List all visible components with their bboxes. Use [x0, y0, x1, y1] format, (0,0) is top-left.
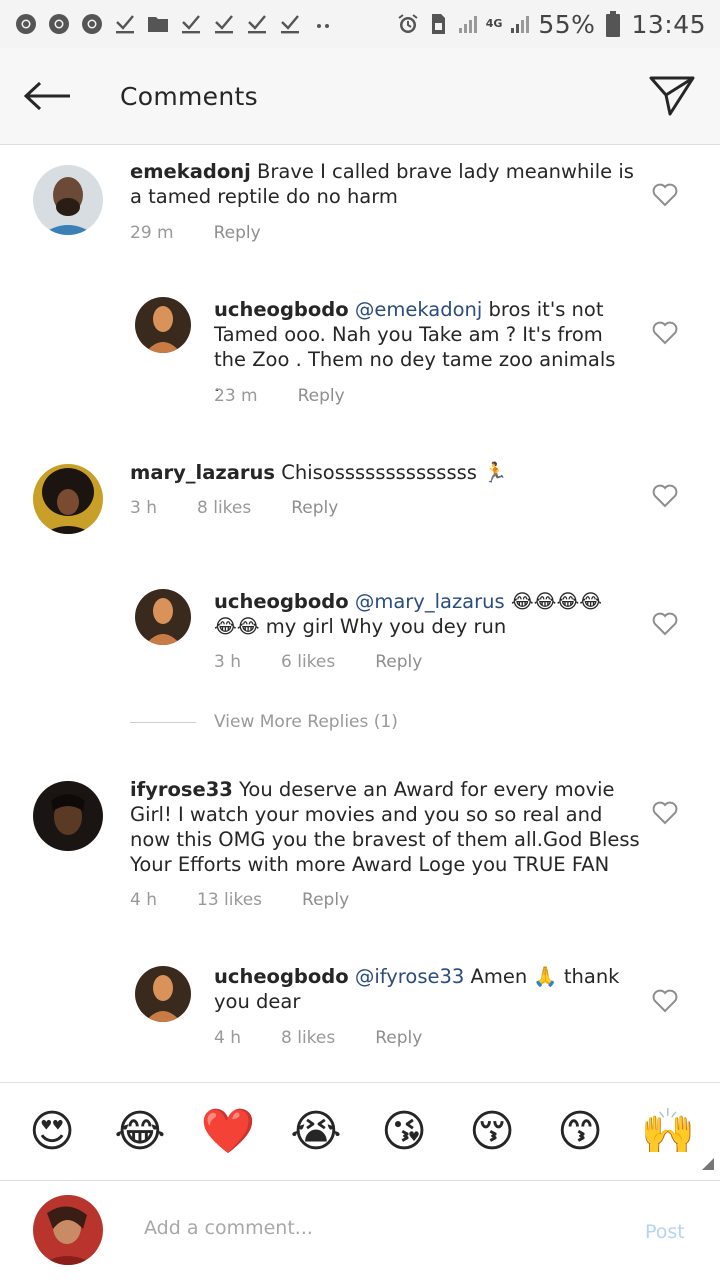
comment-text: emekadonj Brave I called brave lady mean… [130, 160, 634, 208]
alarm-icon [396, 12, 420, 36]
notification-icons [14, 12, 335, 36]
back-button[interactable] [0, 48, 96, 145]
comment-text: ifyrose33 You deserve an Award for every… [130, 778, 640, 876]
username[interactable]: mary_lazarus [130, 461, 275, 484]
chrome-icon [80, 12, 104, 36]
avatar[interactable] [33, 781, 103, 851]
likes-count[interactable]: 13 likes [197, 890, 262, 910]
view-more-replies[interactable]: View More Replies (1) [130, 712, 398, 732]
reply-button[interactable]: Reply [298, 386, 345, 406]
emoji-button[interactable]: 😂 [110, 1106, 170, 1157]
reply-button[interactable]: Reply [302, 890, 349, 910]
comment-time: 29 m [130, 223, 174, 243]
post-button[interactable]: Post [645, 1221, 685, 1243]
download-done-icon [278, 12, 302, 36]
signal-icon [508, 12, 532, 36]
emoji-button[interactable]: 😙 [550, 1106, 610, 1157]
comment-meta: 3 h 6 likes Reply [214, 652, 462, 672]
mention-link[interactable]: @mary_lazarus [355, 590, 505, 613]
username[interactable]: ucheogbodo [214, 965, 349, 988]
comment-meta: 29 m Reply [130, 223, 301, 243]
comment-time: 23 m [214, 386, 258, 406]
username[interactable]: ucheogbodo [214, 298, 349, 321]
app-header: Comments [0, 48, 720, 145]
comment-time: 3 h [214, 652, 241, 672]
network-type: 4G [485, 17, 503, 30]
heart-icon[interactable] [652, 321, 678, 345]
comment-text: mary_lazarus Chisossssssssssssss 🏃 [130, 461, 508, 484]
folder-icon [146, 12, 170, 36]
send-icon [649, 76, 695, 116]
chrome-icon [47, 12, 71, 36]
heart-icon[interactable] [652, 989, 678, 1013]
comment-time: 4 h [214, 1028, 241, 1048]
signal-icon [456, 12, 480, 36]
username[interactable]: ucheogbodo [214, 590, 349, 613]
status-bar: 4G 55% 13:45 [0, 0, 720, 48]
avatar[interactable] [135, 589, 191, 645]
comment-text: ucheogbodo @mary_lazarus 😂😂😂😂😂😂 my girl … [214, 590, 603, 638]
comment-text: ucheogbodo @emekadonj bros it's not Tame… [214, 298, 616, 396]
comment-composer: Post [0, 1180, 720, 1280]
system-icons: 4G 55% 13:45 [396, 10, 706, 39]
battery-percentage: 55% [538, 9, 596, 39]
download-done-icon [179, 12, 203, 36]
heart-icon[interactable] [652, 612, 678, 636]
comment-text: ucheogbodo @ifyrose33 Amen 🙏 thank you d… [214, 965, 620, 1013]
download-done-icon [113, 12, 137, 36]
comment-meta: 3 h 8 likes Reply [130, 498, 378, 518]
current-user-avatar [33, 1195, 103, 1265]
likes-count[interactable]: 8 likes [197, 498, 251, 518]
page-title: Comments [120, 81, 258, 111]
chrome-icon [14, 12, 38, 36]
download-done-icon [245, 12, 269, 36]
avatar[interactable] [33, 464, 103, 534]
download-done-icon [212, 12, 236, 36]
heart-icon[interactable] [652, 801, 678, 825]
mention-link[interactable]: @ifyrose33 [355, 965, 464, 988]
clock: 13:45 [631, 9, 706, 39]
comment-input[interactable] [144, 1217, 604, 1239]
emoji-button[interactable]: ❤️ [198, 1106, 258, 1157]
username[interactable]: emekadonj [130, 160, 251, 183]
comment-meta: 23 m Reply [214, 386, 385, 406]
comment-meta: 4 h 8 likes Reply [214, 1028, 462, 1048]
avatar[interactable] [33, 165, 103, 235]
emoji-button[interactable]: 😍 [22, 1106, 82, 1157]
username[interactable]: ifyrose33 [130, 778, 233, 801]
avatar[interactable] [135, 297, 191, 353]
heart-icon[interactable] [652, 484, 678, 508]
share-button[interactable] [624, 48, 720, 145]
sim-card-icon [426, 12, 450, 36]
reply-button[interactable]: Reply [375, 652, 422, 672]
likes-count[interactable]: 8 likes [281, 1028, 335, 1048]
reply-button[interactable]: Reply [291, 498, 338, 518]
reply-button[interactable]: Reply [375, 1028, 422, 1048]
emoji-button[interactable]: 🙌 [638, 1106, 698, 1157]
battery-icon [601, 11, 625, 37]
mention-link[interactable]: @emekadonj [355, 298, 482, 321]
comment-time: 4 h [130, 890, 157, 910]
emoji-button[interactable]: 😚 [462, 1106, 522, 1157]
view-more-label[interactable]: View More Replies (1) [214, 712, 398, 732]
arrow-left-icon [23, 81, 70, 111]
avatar[interactable] [135, 966, 191, 1022]
emoji-button[interactable]: 😭 [286, 1106, 346, 1157]
emoji-button[interactable]: 😘 [374, 1106, 434, 1157]
comment-meta: 4 h 13 likes Reply [130, 890, 389, 910]
reply-button[interactable]: Reply [214, 223, 261, 243]
divider [130, 721, 196, 723]
resize-corner-icon [702, 1158, 714, 1170]
likes-count[interactable]: 6 likes [281, 652, 335, 672]
more-dots-icon [311, 12, 335, 36]
emoji-quick-bar: 😍 😂 ❤️ 😭 😘 😚 😙 🙌 [0, 1082, 720, 1180]
comment-time: 3 h [130, 498, 157, 518]
heart-icon[interactable] [652, 183, 678, 207]
